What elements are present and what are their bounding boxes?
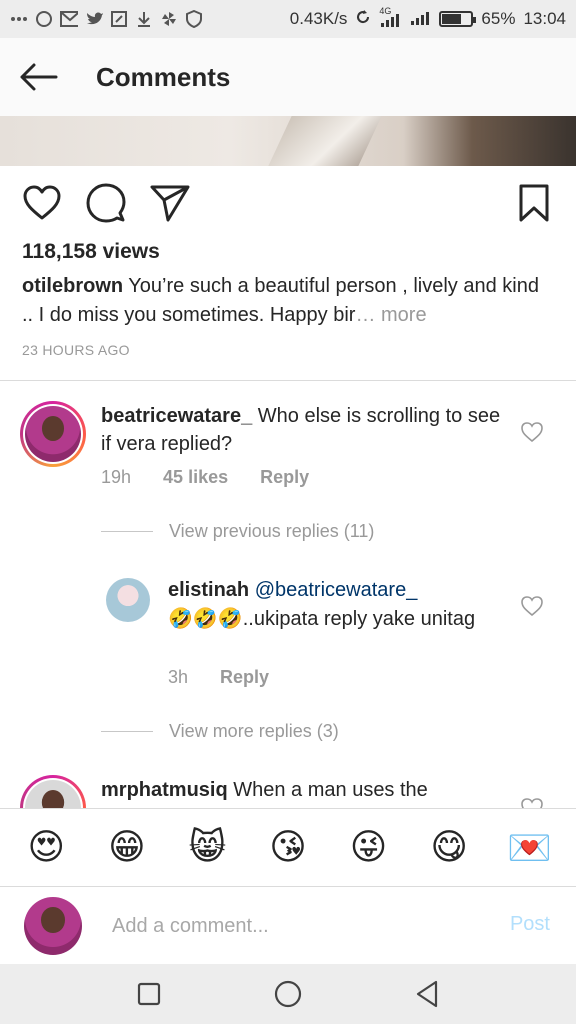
comment-like-heart-icon[interactable] <box>520 796 544 808</box>
more-notifications-icon <box>10 10 28 28</box>
emoji-kiss[interactable]: 😘 <box>262 822 314 874</box>
twitter-icon <box>85 10 103 28</box>
post-button[interactable]: Post <box>510 913 550 936</box>
emoji-heart-eyes[interactable]: 😍 <box>20 822 72 874</box>
view-more-replies-link[interactable]: View more replies (3) <box>101 721 339 742</box>
circle-icon <box>274 980 302 1008</box>
avatar-photo <box>25 406 81 462</box>
emoji-grinning-cat[interactable]: 😸 <box>181 822 233 874</box>
battery-icon <box>439 11 477 27</box>
status-bar: 0.43K/s 4G 65% 13:04 <box>0 0 576 38</box>
caption-more-link[interactable]: … more <box>355 304 426 326</box>
post-image[interactable] <box>0 116 576 166</box>
comment-like-heart-icon[interactable] <box>520 420 544 444</box>
download-icon <box>135 10 153 28</box>
gmail-icon <box>60 10 78 28</box>
replies-line <box>101 531 153 532</box>
post-timestamp: 23 HOURS AGO <box>22 342 130 358</box>
emoji-grin[interactable]: 😁 <box>101 822 153 874</box>
view-more-replies-label: View more replies (3) <box>169 721 339 741</box>
partial-comment: mrphatmusiq When a man uses the <box>0 770 576 808</box>
battery-percent: 65% <box>481 9 516 28</box>
reply-emojis: 🤣🤣🤣 <box>168 606 243 630</box>
pinwheel-icon <box>160 10 178 28</box>
comment-bubble-icon <box>86 183 126 223</box>
network-speed: 0.43K/s <box>289 9 348 28</box>
shield-icon <box>185 10 203 28</box>
view-previous-replies-label: View previous replies (11) <box>169 521 375 541</box>
comment-button[interactable] <box>83 180 129 226</box>
comment-time: 19h <box>101 467 132 487</box>
reply-avatar[interactable] <box>106 578 150 622</box>
avatar-photo <box>25 780 81 808</box>
comment-meta: 19h 45 likes Reply <box>101 467 309 488</box>
emoji-love-letter[interactable]: 💌 <box>504 822 556 874</box>
notification-icons <box>10 10 203 28</box>
comment-username[interactable]: mrphatmusiq <box>101 779 228 801</box>
comment-likes[interactable]: 45 likes <box>163 467 228 488</box>
triangle-back-icon <box>416 980 437 1008</box>
screenshot-icon <box>110 10 128 28</box>
post-actions <box>0 180 576 226</box>
reply-reply-button[interactable]: Reply <box>220 667 269 688</box>
system-status: 0.43K/s 4G 65% 13:04 <box>289 6 566 31</box>
reply-text: ..ukipata reply yake unitag <box>242 608 476 630</box>
comment-text: When a man uses the <box>227 779 428 801</box>
comment-input-bar: Post <box>0 886 576 964</box>
commenter-avatar[interactable] <box>20 401 86 467</box>
home-button[interactable] <box>263 969 313 1019</box>
post-caption: otilebrown You’re such a beautiful perso… <box>22 272 552 330</box>
emoji-quick-bar: 😍 😁 😸 😘 😜 😋 💌 <box>0 808 576 886</box>
paper-plane-icon <box>150 185 190 222</box>
back-button[interactable] <box>0 38 76 116</box>
post-image-detail <box>268 116 382 166</box>
share-button[interactable] <box>147 180 193 226</box>
back-nav-button[interactable] <box>402 969 452 1019</box>
signal-icon <box>409 8 431 31</box>
comment-input[interactable] <box>112 907 482 945</box>
page-title: Comments <box>96 61 231 92</box>
chat-bubble-icon <box>35 10 53 28</box>
divider <box>0 380 576 381</box>
battery-fill <box>442 14 461 24</box>
like-button[interactable] <box>19 180 65 226</box>
emoji-wink-tongue[interactable]: 😜 <box>343 822 395 874</box>
heart-icon <box>23 185 61 220</box>
comment-username[interactable]: beatricewatare_ <box>101 405 252 427</box>
caption-username[interactable]: otilebrown <box>22 275 123 297</box>
comment-body: beatricewatare_ Who else is scrolling to… <box>101 402 511 458</box>
comment-body: mrphatmusiq When a man uses the <box>101 776 511 804</box>
reply-mention[interactable]: @beatricewatare_ <box>255 579 418 601</box>
reply-like-heart-icon[interactable] <box>520 594 544 618</box>
reply-meta: 3h Reply <box>168 667 269 688</box>
my-avatar <box>24 897 82 955</box>
square-icon <box>138 982 161 1006</box>
view-count: 118,158 views <box>22 240 160 263</box>
signal-4g-icon: 4G <box>379 6 401 28</box>
avatar-photo <box>24 897 82 955</box>
header-bar: Comments <box>0 38 576 116</box>
reply-body: elistinah @beatricewatare_ 🤣🤣🤣..ukipata … <box>168 576 498 633</box>
emoji-yum[interactable]: 😋 <box>423 822 475 874</box>
bookmark-icon <box>519 184 549 222</box>
sync-icon <box>355 9 371 30</box>
reply-time: 3h <box>168 667 189 687</box>
clock: 13:04 <box>523 9 566 28</box>
comment-reply-button[interactable]: Reply <box>260 467 309 488</box>
replies-line <box>101 731 153 732</box>
commenter-avatar[interactable] <box>20 775 86 808</box>
view-previous-replies-link[interactable]: View previous replies (11) <box>101 521 374 542</box>
back-arrow-icon <box>20 63 58 91</box>
recents-button[interactable] <box>124 969 174 1019</box>
system-nav-bar <box>0 964 576 1024</box>
save-button[interactable] <box>511 180 557 226</box>
reply-username[interactable]: elistinah <box>168 579 249 601</box>
